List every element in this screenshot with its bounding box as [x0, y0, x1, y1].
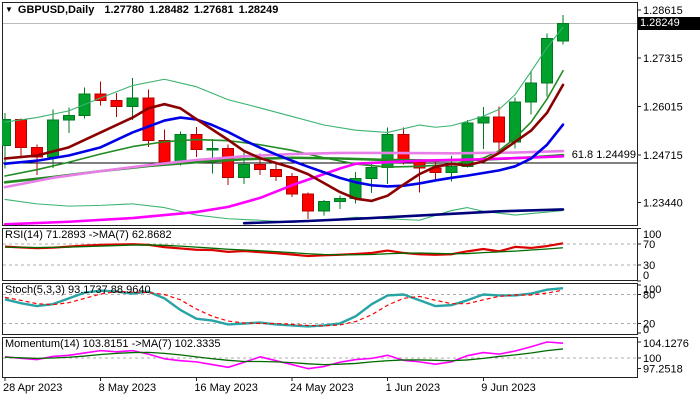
- candle: [190, 133, 203, 151]
- x-axis-label: 16 May 2023: [194, 382, 258, 394]
- low-value: 1.27681: [193, 4, 234, 16]
- stochastic-title: Stoch(5,3,3) 93.1737 88.9640: [5, 284, 151, 296]
- candle: [206, 147, 219, 151]
- x-axis-label: 24 May 2023: [290, 382, 354, 394]
- x-axis-label: 8 May 2023: [99, 382, 156, 394]
- candle: [270, 169, 283, 178]
- candle: [14, 118, 27, 148]
- candle: [142, 97, 155, 142]
- candle: [525, 82, 538, 103]
- symbol-dropdown-icon[interactable]: ▼: [5, 3, 13, 16]
- y-axis-label: 0: [643, 324, 649, 336]
- candle: [413, 161, 426, 169]
- symbol-timeframe-label: GBPUSD,Daily: [17, 4, 95, 16]
- momentum-panel-MA(7): [4, 348, 564, 366]
- candle: [509, 101, 522, 143]
- current-price-tag[interactable]: 1.28249: [638, 17, 700, 30]
- rsi-panel-series: [4, 242, 564, 258]
- close-value: 1.28249: [238, 4, 279, 16]
- candle: [317, 201, 330, 212]
- y-axis-label: 80: [643, 290, 655, 302]
- panel-border: [2, 2, 638, 226]
- candle: [126, 97, 139, 107]
- candle: [397, 134, 410, 163]
- x-axis-label: 9 Jun 2023: [481, 382, 535, 394]
- y-axis-label: 1.27315: [643, 53, 683, 65]
- fib-level-label: 61.8 1.24499: [571, 149, 636, 161]
- y-axis-label: 1.26015: [643, 102, 683, 114]
- ma-navy: [242, 208, 565, 225]
- candle: [301, 193, 314, 212]
- x-axis-label: 1 Jun 2023: [386, 382, 440, 394]
- candle: [541, 37, 554, 84]
- candle: [158, 140, 171, 163]
- open-value: 1.27780: [104, 4, 145, 16]
- overlay-lines: [3, 26, 565, 225]
- rsi-panel-RSI(14): [4, 242, 564, 258]
- candle: [333, 197, 346, 203]
- candle: [238, 163, 251, 178]
- high-value: 1.28482: [149, 4, 189, 16]
- candle: [222, 147, 235, 178]
- candle: [174, 133, 187, 163]
- y-axis-label: 70: [643, 239, 655, 251]
- y-axis-label: 1.23440: [643, 197, 683, 209]
- chart-window: 1.28615 1.27315 1.26015 1.24715 1.23440 100 70…: [0, 0, 700, 400]
- y-axis-label: 97.2518: [643, 364, 683, 376]
- y-axis-label: 0: [643, 270, 649, 282]
- y-axis-label: 1.28615: [643, 5, 683, 17]
- chart-header: ▼ GBPUSD,Daily 1.27780 1.28482 1.27681 1.2824…: [5, 3, 283, 17]
- candle: [445, 165, 458, 173]
- candle: [2, 118, 11, 146]
- y-axis-label: 104.1276: [643, 338, 689, 350]
- x-axis-label: 28 Apr 2023: [3, 382, 62, 394]
- candle: [365, 166, 378, 180]
- candle: [62, 114, 75, 121]
- candle: [493, 116, 506, 143]
- y-axis-label: 1.24715: [643, 150, 683, 162]
- rsi-title: RSI(14) 71.2893 ->MA(7) 62.8682: [5, 229, 172, 241]
- candle: [110, 99, 123, 107]
- candle: [254, 163, 267, 171]
- momentum-title: Momentum(14) 103.8151 ->MA(7) 102.3335: [5, 338, 221, 350]
- band-lower: [4, 198, 564, 224]
